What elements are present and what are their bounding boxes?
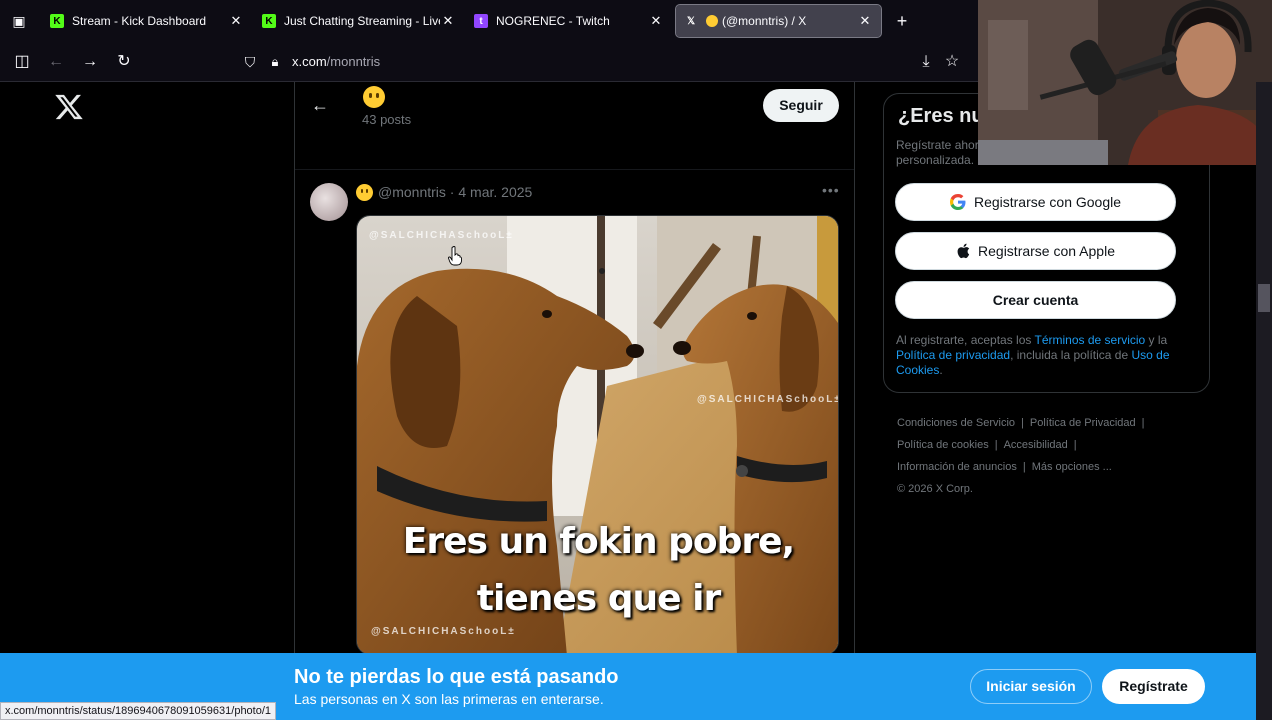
legal-mid1: y la [1145,333,1168,347]
footer-link-accessibility[interactable]: Accesibilidad [1004,439,1068,451]
watermark-bottom: @SALCHICHASchooL± [371,626,516,637]
tab-just-chatting[interactable]: K Just Chatting Streaming - Live S ✕ [254,5,464,37]
tab-kick-dashboard[interactable]: K Stream - Kick Dashboard ✕ [42,5,252,37]
lock-icon[interactable]: 🔒︎ [263,50,287,74]
scrollbar-thumb[interactable] [1258,284,1270,312]
kick-icon: K [262,14,276,28]
watermark-middle: @SALCHICHASchooL± [697,394,839,405]
link-status-url: x.com/monntris/status/189694067809105963… [0,702,277,720]
signup-legal: Al registrarte, aceptas los Términos de … [896,333,1196,378]
footer-link-privacy[interactable]: Política de Privacidad [1030,417,1136,429]
page-scrollbar[interactable] [1256,82,1272,720]
footer-separator: | [1141,417,1145,429]
footer-link-ads-info[interactable]: Información de anuncios [897,461,1017,473]
sidebar-toggle-icon[interactable]: ◫ [10,50,34,74]
follow-button[interactable]: Seguir [763,89,839,122]
legal-mid2: , incluida la política de [1010,348,1132,362]
tweet[interactable]: @monntris · 4 mar. 2025 ••• @SALCHICHASc… [295,174,854,720]
banner-title: No te pierdas lo que está pasando [294,666,619,688]
tab-twitch[interactable]: t NOGRENEC - Twitch ✕ [466,5,672,37]
webcam-feed-image [978,0,1272,165]
footer-links: Condiciones de Servicio | Política de Priv… [897,412,1197,500]
url-domain: x.com [292,54,327,69]
profile-name-emoji-icon [363,86,385,108]
emoji-icon [706,15,718,27]
post-date[interactable]: 4 mar. 2025 [458,184,532,200]
login-button[interactable]: Iniciar sesión [970,669,1092,704]
footer-separator: | [1073,439,1077,451]
legal-end: . [939,363,943,377]
post-count: 43 posts [362,112,412,127]
post-image[interactable]: @SALCHICHASchooL± @SALCHICHASchooL± @SAL… [356,215,839,655]
main-column: ← 43 posts Seguir @monntris · 4 mar. 202… [294,82,855,720]
kick-icon: K [50,14,64,28]
reload-icon[interactable]: ↻ [112,50,136,74]
tab-title: Stream - Kick Dashboard [72,14,207,28]
new-tab-button[interactable]: + [892,10,912,32]
download-icon[interactable]: ⤓ [914,50,938,74]
legal-prefix: Al registrarte, aceptas los [896,333,1035,347]
tab-title: Just Chatting Streaming - Live S [284,14,440,28]
apple-signup-label: Registrarse con Apple [978,243,1115,259]
hand-cursor-icon [448,246,462,266]
back-arrow-icon[interactable]: ← [309,94,331,116]
privacy-link[interactable]: Política de privacidad [896,348,1010,362]
shield-icon[interactable]: ⛉ [238,50,262,74]
tab-list-icon[interactable]: ▣ [8,10,30,32]
avatar[interactable] [310,183,348,221]
footer-link-cookies[interactable]: Política de cookies [897,439,989,451]
display-name-emoji-icon[interactable] [356,184,373,201]
footer-separator: | [1021,417,1024,429]
post-handle[interactable]: @monntris [378,184,446,200]
webcam-overlay [978,0,1272,165]
x-logo-icon[interactable] [54,92,84,122]
google-icon [949,194,966,210]
profile-header: ← 43 posts Seguir [295,82,854,170]
more-options-icon[interactable]: ••• [822,182,840,198]
url-bar[interactable]: x.com/monntris [292,54,380,69]
google-signup-button[interactable]: Registrarse con Google [895,183,1176,221]
create-account-button[interactable]: Crear cuenta [895,281,1176,319]
footer-separator: | [994,439,998,451]
google-signup-label: Registrarse con Google [973,194,1122,210]
meme-caption-line2: tienes que ir [476,578,721,619]
twitch-icon: t [474,14,488,28]
bookmark-star-icon[interactable]: ☆ [940,50,964,74]
forward-icon[interactable]: → [78,50,102,74]
x-icon: 𝕏 [686,15,696,27]
banner-subtitle: Las personas en X son las primeras en en… [294,691,604,707]
footer-link-more[interactable]: Más opciones ... [1032,461,1112,473]
apple-signup-button[interactable]: Registrarse con Apple [895,232,1176,270]
close-icon[interactable]: ✕ [857,13,873,29]
footer-copyright: © 2026 X Corp. [897,483,973,495]
close-icon[interactable]: ✕ [228,13,244,29]
url-path: /monntris [326,54,381,69]
close-icon[interactable]: ✕ [648,13,664,29]
meme-caption-line1: Eres un fokin pobre, [402,521,795,562]
terms-link[interactable]: Términos de servicio [1035,333,1146,347]
back-icon[interactable]: ← [44,50,68,74]
footer-separator: | [1022,461,1026,473]
apple-icon [956,243,970,259]
x-page: ← 43 posts Seguir @monntris · 4 mar. 202… [0,82,1256,720]
tab-x-profile[interactable]: 𝕏 (@monntris) / X ✕ [675,4,882,38]
signup-button[interactable]: Regístrate [1102,669,1205,704]
tab-title: NOGRENEC - Twitch [496,14,610,28]
watermark-top: @SALCHICHASchooL± [369,230,514,241]
tab-title: (@monntris) / X [722,14,807,28]
close-icon[interactable]: ✕ [440,13,456,29]
post-handle-date[interactable]: @monntris · 4 mar. 2025 [378,184,532,200]
footer-link-terms[interactable]: Condiciones de Servicio [897,417,1015,429]
